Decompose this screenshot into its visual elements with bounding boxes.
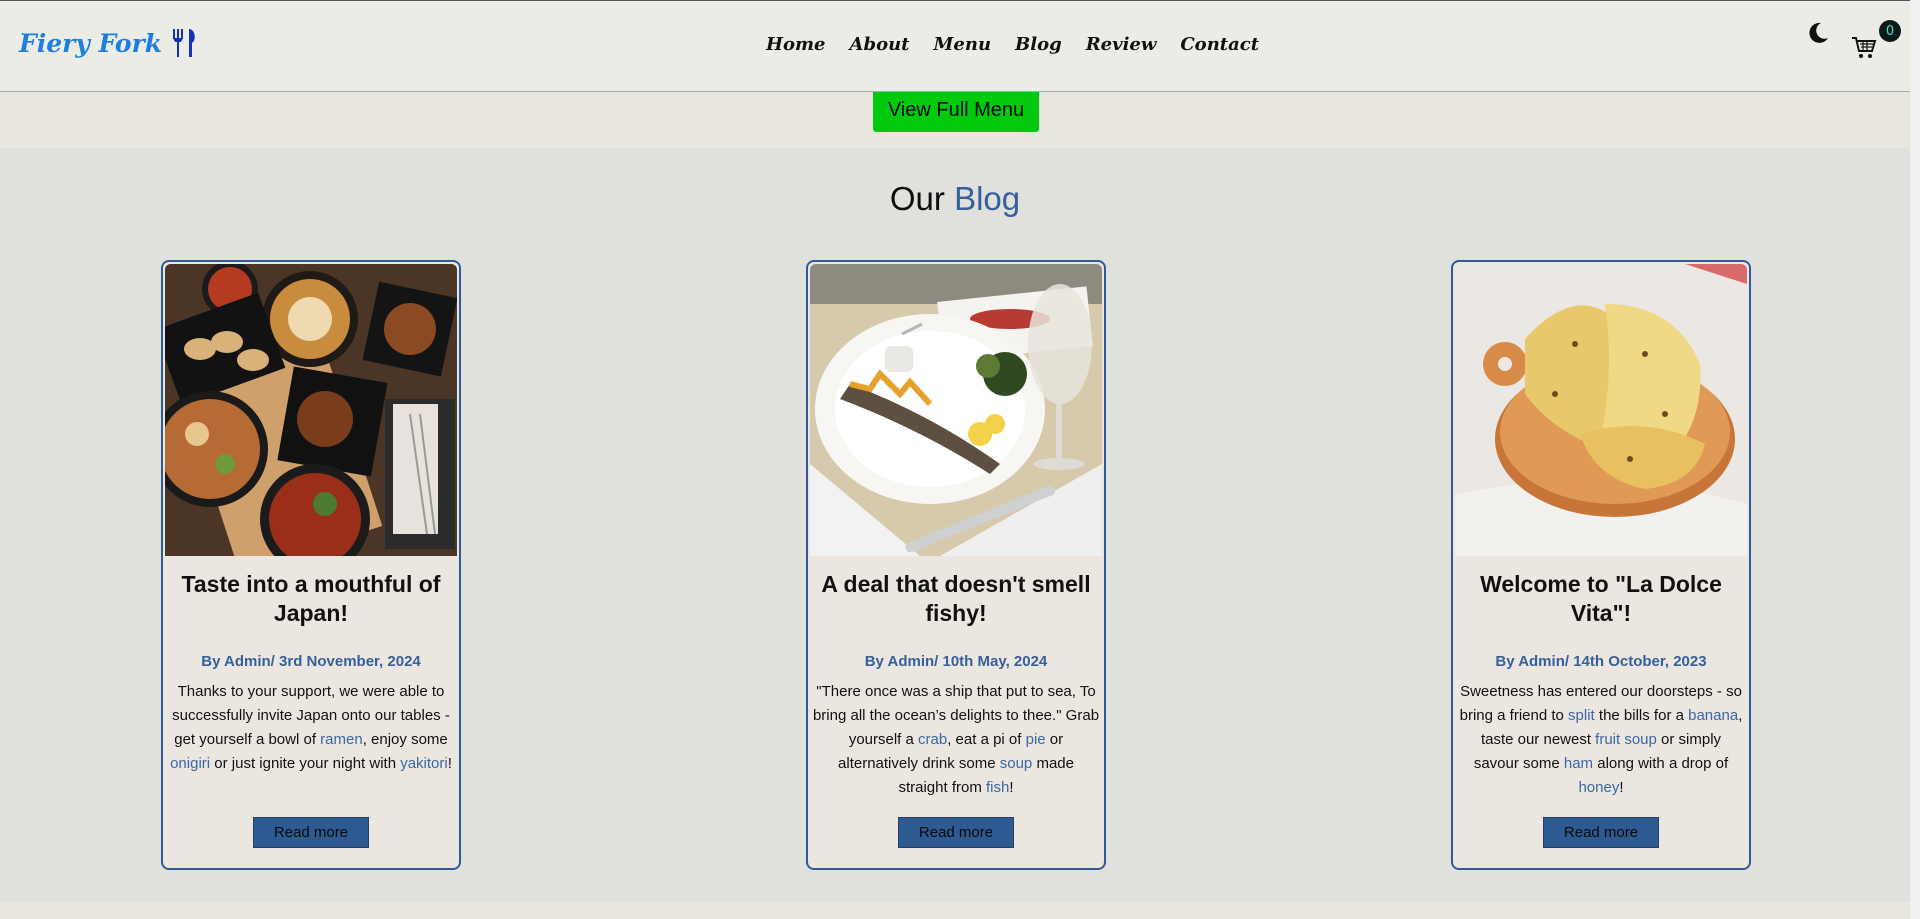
card-title[interactable]: Welcome to "La Dolce Vita"! [1459, 570, 1743, 628]
nav-menu[interactable]: Menu [933, 34, 991, 55]
keyword-link[interactable]: soup [1000, 755, 1033, 772]
read-more-button[interactable]: Read more [898, 817, 1014, 848]
card-text: Thanks to your support, we were able to … [167, 680, 455, 776]
text-run: along with a drop of [1593, 755, 1729, 772]
card-title[interactable]: Taste into a mouthful of Japan! [169, 570, 453, 628]
text-run: ! [1619, 779, 1624, 796]
cart-count-badge: 0 [1879, 20, 1901, 42]
card-text: "There once was a ship that put to sea, … [812, 680, 1100, 800]
keyword-link[interactable]: ramen [320, 731, 363, 748]
text-run: ! [447, 755, 452, 772]
keyword-link[interactable]: fruit soup [1595, 731, 1657, 748]
title-prefix: Our [889, 180, 945, 217]
text-run: , enjoy some [362, 731, 448, 748]
site-logo[interactable]: Fiery Fork [19, 27, 198, 59]
cart-icon[interactable] [1851, 35, 1877, 61]
site-header: Fiery Fork Home About Menu Blog Review C… [0, 0, 1910, 92]
logo-text: Fiery Fork [19, 28, 163, 58]
main-nav: Home About Menu Blog Review Contact [766, 34, 1283, 55]
scrollbar-track[interactable] [1910, 0, 1920, 919]
section-title: Our Blog [0, 180, 1910, 218]
nav-blog[interactable]: Blog [1015, 34, 1062, 55]
card-text: Sweetness has entered our doorsteps - so… [1457, 680, 1745, 800]
fork-knife-icon [173, 29, 195, 57]
moon-icon[interactable] [1806, 21, 1830, 45]
crepes-image [1455, 264, 1747, 556]
keyword-link[interactable]: crab [918, 731, 947, 748]
nav-review[interactable]: Review [1086, 34, 1157, 55]
blog-card: Welcome to "La Dolce Vita"! By Admin/ 14… [1451, 260, 1751, 870]
keyword-link[interactable]: yakitori [400, 755, 448, 772]
blog-section: Our Blog Taste into a mouthful of Japan!… [0, 148, 1910, 902]
blog-card: Taste into a mouthful of Japan! By Admin… [161, 260, 461, 870]
next-section-edge [0, 902, 1910, 919]
card-meta: By Admin/ 3rd November, 2024 [201, 653, 421, 670]
keyword-link[interactable]: pie [1026, 731, 1046, 748]
card-meta: By Admin/ 10th May, 2024 [864, 653, 1048, 670]
title-accent: Blog [954, 180, 1021, 217]
keyword-link[interactable]: banana [1688, 707, 1738, 724]
keyword-link[interactable]: ham [1564, 755, 1593, 772]
nav-about[interactable]: About [850, 34, 910, 55]
text-run: ! [1009, 779, 1014, 796]
japanese-food-image [165, 264, 457, 556]
blog-card: A deal that doesn't smell fishy! By Admi… [806, 260, 1106, 870]
nav-home[interactable]: Home [766, 34, 826, 55]
read-more-button[interactable]: Read more [1543, 817, 1659, 848]
card-meta: By Admin/ 14th October, 2023 [1495, 653, 1707, 670]
card-title[interactable]: A deal that doesn't smell fishy! [814, 570, 1098, 628]
read-more-button[interactable]: Read more [253, 817, 369, 848]
fish-dish-image [810, 264, 1102, 556]
keyword-link[interactable]: honey [1578, 779, 1619, 796]
keyword-link[interactable]: split [1568, 707, 1595, 724]
text-run: or just ignite your night with [210, 755, 401, 772]
keyword-link[interactable]: onigiri [170, 755, 210, 772]
text-run: the bills for a [1594, 707, 1689, 724]
nav-contact[interactable]: Contact [1180, 34, 1259, 55]
view-full-menu-button[interactable]: View Full Menu [873, 88, 1039, 132]
text-run: , eat a pi of [947, 731, 1026, 748]
keyword-link[interactable]: fish [986, 779, 1009, 796]
